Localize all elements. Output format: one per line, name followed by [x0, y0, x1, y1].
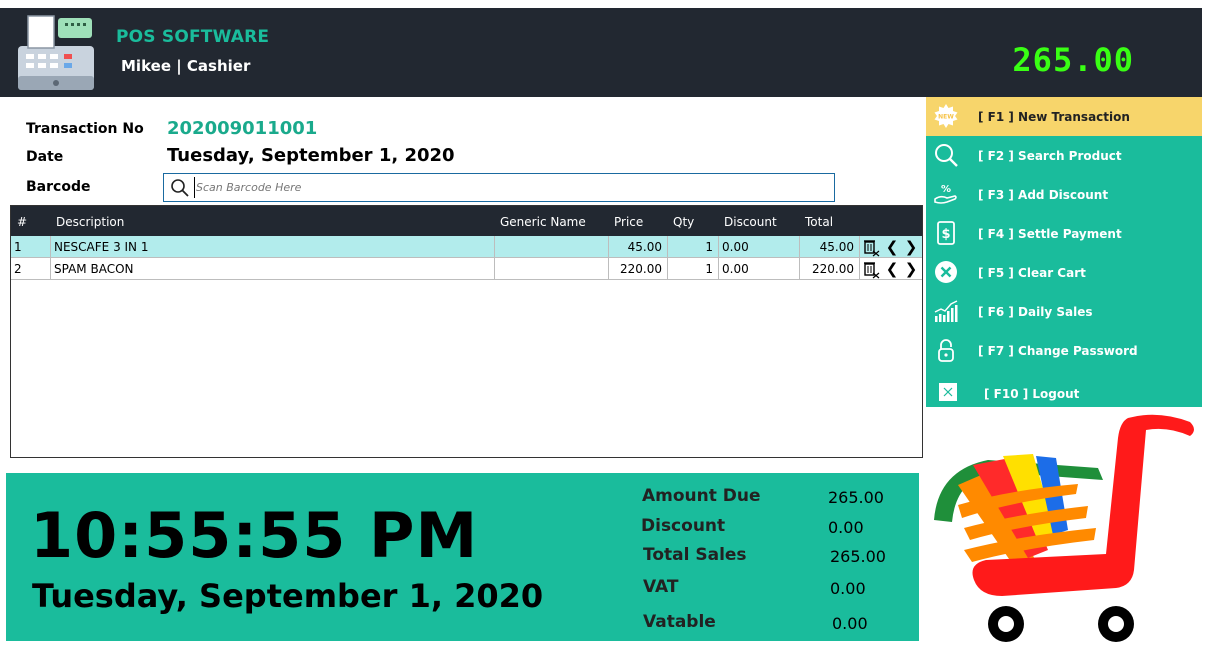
logout-icon	[939, 383, 957, 401]
row-no: 1	[11, 236, 51, 258]
user-role-label: Mikee | Cashier	[121, 57, 251, 75]
row-qty: 1	[668, 236, 719, 258]
vatable-label: Vatable	[643, 612, 716, 632]
column-header-generic[interactable]: Generic Name	[500, 215, 586, 229]
menu-new-transaction[interactable]: NEW [ F1 ] New Transaction	[926, 97, 1202, 136]
column-header-no[interactable]: #	[17, 215, 27, 229]
barcode-field[interactable]	[163, 173, 835, 202]
menu-add-discount[interactable]: % [ F3 ] Add Discount	[926, 175, 1202, 214]
chart-icon	[934, 300, 958, 322]
total-sales-value: 265.00	[830, 547, 886, 566]
row-total: 220.00	[800, 258, 860, 280]
table-row[interactable]: 2 SPAM BACON 220.00 1 0.00 220.00 ❮ ❯	[11, 258, 922, 280]
shopping-cart-logo	[934, 414, 1194, 642]
svg-text:$: $	[941, 227, 950, 242]
menu-label: [ F6 ] Daily Sales	[978, 305, 1093, 319]
column-header-total[interactable]: Total	[805, 215, 833, 229]
menu-label: [ F4 ] Settle Payment	[978, 227, 1122, 241]
row-generic	[495, 258, 609, 280]
menu-logout[interactable]: [ F10 ] Logout	[926, 370, 1202, 407]
date-label: Date	[26, 149, 64, 165]
row-qty: 1	[668, 258, 719, 280]
menu-label: [ F10 ] Logout	[984, 387, 1080, 401]
dollar-icon: $	[937, 221, 955, 245]
pos-window: POS SOFTWARE Mikee | Cashier 265.00 Tran…	[0, 0, 1205, 647]
amount-due-label: Amount Due	[642, 486, 761, 506]
row-discount: 0.00	[719, 258, 800, 280]
header-bar: POS SOFTWARE Mikee | Cashier 265.00	[0, 8, 1202, 97]
row-price: 220.00	[609, 258, 668, 280]
table-row[interactable]: 1 NESCAFE 3 IN 1 45.00 1 0.00 45.00 ❮ ❯	[11, 236, 922, 258]
menu-search-product[interactable]: [ F2 ] Search Product	[926, 136, 1202, 175]
vat-label: VAT	[643, 577, 679, 597]
delete-item-icon[interactable]	[862, 237, 880, 257]
discount-label: Discount	[641, 516, 726, 536]
column-header-qty[interactable]: Qty	[673, 215, 694, 229]
discount-hand-icon: %	[934, 184, 957, 204]
function-menu: NEW [ F1 ] New Transaction [ F2 ] Search…	[926, 97, 1202, 407]
increase-qty-icon[interactable]: ❯	[902, 259, 920, 279]
search-icon	[171, 179, 189, 197]
svg-text:NEW: NEW	[938, 114, 954, 121]
discount-value: 0.00	[828, 518, 864, 537]
clock-date: Tuesday, September 1, 2020	[32, 577, 544, 615]
decrease-qty-icon[interactable]: ❮	[883, 259, 901, 279]
transaction-no-label: Transaction No	[26, 121, 144, 137]
search-icon	[935, 144, 958, 167]
decrease-qty-icon[interactable]: ❮	[883, 237, 901, 257]
row-no: 2	[11, 258, 51, 280]
date-value: Tuesday, September 1, 2020	[167, 145, 455, 166]
row-price: 45.00	[609, 236, 668, 258]
menu-label: [ F5 ] Clear Cart	[978, 266, 1086, 280]
header-total-amount: 265.00	[1012, 41, 1134, 79]
menu-clear-cart[interactable]: [ F5 ] Clear Cart	[926, 253, 1202, 292]
row-discount: 0.00	[719, 236, 800, 258]
new-badge-icon: NEW	[934, 104, 958, 128]
barcode-input[interactable]	[194, 177, 824, 198]
summary-panel: 10:55:55 PM Tuesday, September 1, 2020 A…	[6, 473, 919, 641]
column-header-discount[interactable]: Discount	[724, 215, 777, 229]
delete-item-icon[interactable]	[862, 259, 880, 279]
column-header-description[interactable]: Description	[56, 215, 124, 229]
column-header-price[interactable]: Price	[614, 215, 643, 229]
barcode-label: Barcode	[26, 179, 91, 195]
cash-register-icon	[18, 15, 94, 90]
menu-label: [ F1 ] New Transaction	[978, 110, 1130, 124]
menu-label: [ F2 ] Search Product	[978, 149, 1122, 163]
transaction-no-value: 202009011001	[167, 118, 318, 139]
clock-time: 10:55:55 PM	[30, 499, 479, 572]
vatable-value: 0.00	[832, 614, 868, 633]
row-generic	[495, 236, 609, 258]
app-title: POS SOFTWARE	[116, 27, 270, 47]
amount-due-value: 265.00	[828, 488, 884, 507]
lock-icon	[938, 339, 954, 362]
menu-label: [ F7 ] Change Password	[978, 344, 1138, 358]
menu-change-password[interactable]: [ F7 ] Change Password	[926, 331, 1202, 370]
menu-settle-payment[interactable]: $ [ F4 ] Settle Payment	[926, 214, 1202, 253]
total-sales-label: Total Sales	[643, 545, 747, 565]
top-strip	[0, 0, 1205, 8]
vat-value: 0.00	[830, 579, 866, 598]
increase-qty-icon[interactable]: ❯	[902, 237, 920, 257]
close-circle-icon	[935, 261, 957, 283]
menu-label: [ F3 ] Add Discount	[978, 188, 1109, 202]
svg-text:%: %	[941, 184, 951, 195]
row-description: SPAM BACON	[51, 258, 495, 280]
row-description: NESCAFE 3 IN 1	[51, 236, 495, 258]
table-header: # Description Generic Name Price Qty Dis…	[11, 206, 922, 236]
cart-table[interactable]: # Description Generic Name Price Qty Dis…	[10, 205, 923, 458]
row-total: 45.00	[800, 236, 860, 258]
menu-daily-sales[interactable]: [ F6 ] Daily Sales	[926, 292, 1202, 331]
